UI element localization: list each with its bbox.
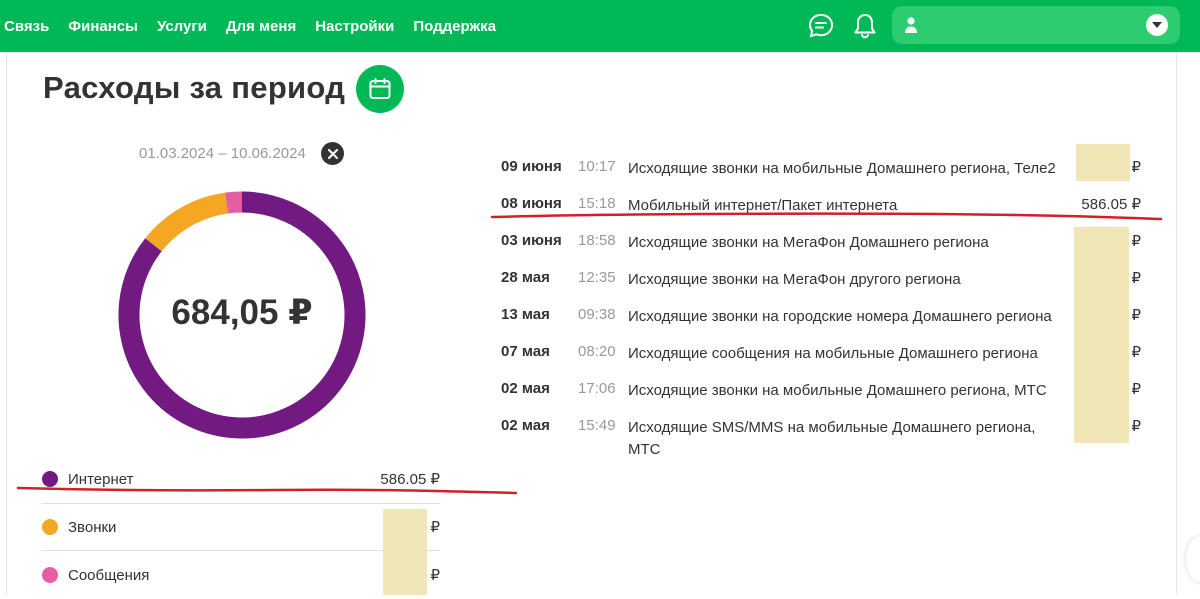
transaction-amount: ₽ (1131, 344, 1141, 361)
transaction-date: 13 мая (501, 306, 550, 323)
transaction-row[interactable]: 09 июня 10:17 Исходящие звонки на мобиль… (501, 158, 1141, 195)
donut-slice-calls (145, 192, 229, 252)
legend-amount-calls: ₽ (430, 519, 440, 536)
calendar-icon (369, 78, 391, 99)
scroll-button[interactable] (1186, 536, 1200, 582)
transaction-time: 17:06 (578, 380, 616, 397)
transaction-description: Исходящие SMS/MMS на мобильные Домашнего… (628, 419, 1036, 458)
card-border-left (6, 52, 7, 595)
transaction-time: 15:18 (578, 195, 616, 212)
user-account-selector[interactable] (892, 6, 1180, 44)
redacted-amount-block (1076, 144, 1130, 181)
transaction-row[interactable]: 28 мая 12:35 Исходящие звонки на МегаФон… (501, 269, 1141, 306)
transaction-time: 09:38 (578, 306, 616, 323)
close-icon (327, 148, 338, 159)
nav-item-uslugi[interactable]: Услуги (157, 18, 207, 35)
transaction-row[interactable]: 02 мая 15:49 Исходящие SMS/MMS на мобиль… (501, 417, 1141, 465)
card-border-right (1176, 52, 1177, 595)
legend-label-messages: Сообщения (68, 566, 150, 584)
nav-item-podderzhka[interactable]: Поддержка (413, 18, 496, 35)
legend-row-messages[interactable]: Сообщения ₽ (42, 551, 440, 599)
transaction-date: 07 мая (501, 343, 550, 360)
legend-row-internet[interactable]: Интернет 586.05 ₽ (42, 455, 440, 503)
legend-label-internet: Интернет (68, 470, 134, 488)
transaction-description: Исходящие звонки на городские номера Дом… (628, 308, 1052, 325)
transaction-time: 18:58 (578, 232, 616, 249)
transaction-description: Мобильный интернет/Пакет интернета (628, 197, 898, 214)
transaction-row[interactable]: 03 июня 18:58 Исходящие звонки на МегаФо… (501, 232, 1141, 269)
transaction-date: 02 мая (501, 380, 550, 397)
chevron-down-icon (1152, 21, 1162, 28)
legend-amount-messages: ₽ (430, 567, 440, 584)
transaction-amount: ₽ (1131, 307, 1141, 324)
redacted-amount-block (1074, 227, 1129, 443)
transaction-time: 10:17 (578, 158, 616, 175)
transaction-amount: 586.05 ₽ (1081, 196, 1141, 213)
transaction-date: 28 мая (501, 269, 550, 286)
nav-item-dlya-menya[interactable]: Для меня (226, 18, 296, 35)
nav-item-finansy[interactable]: Финансы (68, 18, 138, 35)
transaction-time: 15:49 (578, 417, 616, 434)
transaction-amount: ₽ (1131, 270, 1141, 287)
top-navigation-bar: Связь Финансы Услуги Для меня Настройки … (0, 0, 1200, 52)
transaction-row[interactable]: 08 июня 15:18 Мобильный интернет/Пакет и… (501, 195, 1141, 232)
legend-amount-internet: 586.05 ₽ (380, 471, 440, 488)
transaction-time: 08:20 (578, 343, 616, 360)
redacted-amount-block (383, 509, 427, 595)
nav-item-svyaz[interactable]: Связь (4, 18, 49, 35)
transaction-date: 02 мая (501, 417, 550, 434)
transaction-description: Исходящие сообщения на мобильные Домашне… (628, 345, 1038, 362)
donut-slice-messages (225, 191, 243, 214)
chat-icon (808, 13, 834, 38)
chat-button[interactable] (806, 11, 836, 41)
transaction-description: Исходящие звонки на МегаФон Домашнего ре… (628, 234, 989, 251)
transaction-row[interactable]: 07 мая 08:20 Исходящие сообщения на моби… (501, 343, 1141, 380)
transaction-description: Исходящие звонки на мобильные Домашнего … (628, 382, 1047, 399)
total-amount: 684,05 ₽ (171, 293, 313, 332)
transaction-amount: ₽ (1131, 233, 1141, 250)
transaction-amount: ₽ (1131, 418, 1141, 435)
main-nav: Связь Финансы Услуги Для меня Настройки … (4, 0, 515, 52)
transaction-amount: ₽ (1131, 159, 1141, 176)
transaction-description: Исходящие звонки на МегаФон другого реги… (628, 271, 961, 288)
bell-icon (854, 14, 876, 39)
transaction-amount: ₽ (1131, 381, 1141, 398)
notifications-button[interactable] (850, 11, 880, 41)
legend-dot-messages (42, 567, 58, 583)
user-icon (905, 17, 917, 33)
transaction-time: 12:35 (578, 269, 616, 286)
legend-dot-calls (42, 519, 58, 535)
transaction-date: 09 июня (501, 158, 562, 175)
user-menu-chevron[interactable] (1146, 14, 1168, 36)
legend-dot-internet (42, 471, 58, 487)
transaction-date: 08 июня (501, 195, 562, 212)
transaction-description: Исходящие звонки на мобильные Домашнего … (628, 160, 1056, 177)
transaction-row[interactable]: 02 мая 17:06 Исходящие звонки на мобильн… (501, 380, 1141, 417)
legend-row-calls[interactable]: Звонки ₽ (42, 503, 440, 551)
calendar-button[interactable] (356, 65, 404, 113)
transaction-date: 03 июня (501, 232, 562, 249)
page-title: Расходы за период (43, 70, 346, 105)
clear-period-button[interactable] (321, 142, 344, 165)
period-range: 01.03.2024 – 10.06.2024 (139, 145, 306, 162)
nav-item-nastroyki[interactable]: Настройки (315, 18, 394, 35)
transaction-row[interactable]: 13 мая 09:38 Исходящие звонки на городск… (501, 306, 1141, 343)
legend-label-calls: Звонки (68, 518, 117, 536)
